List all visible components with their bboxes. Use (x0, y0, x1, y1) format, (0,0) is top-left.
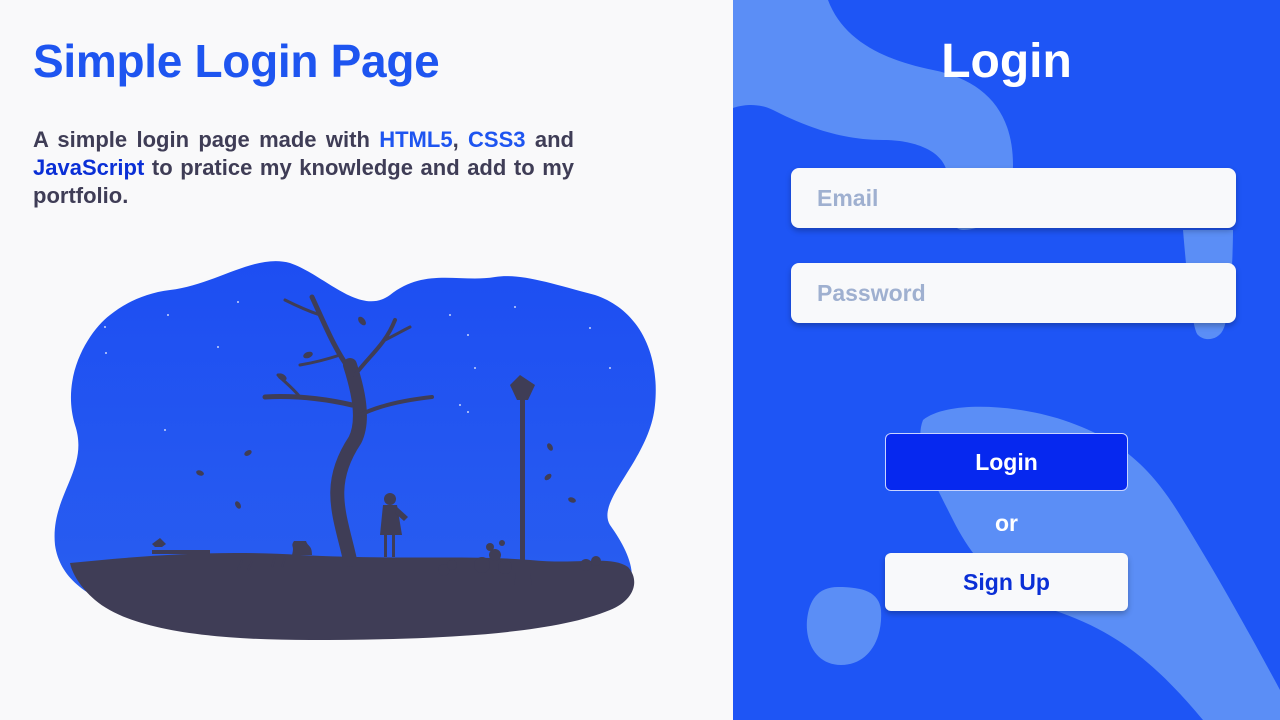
night-park-illustration-icon (54, 261, 656, 640)
description-text: A simple login page made with (33, 127, 380, 152)
background-blobs (733, 0, 1280, 720)
page-title: Simple Login Page (33, 35, 440, 87)
intro-panel: Simple Login Page A simple login page ma… (0, 0, 733, 720)
login-button[interactable]: Login (885, 433, 1128, 491)
tech-css3: CSS3 (468, 127, 526, 152)
description-comma: , (452, 127, 469, 152)
description-and: and (525, 127, 574, 152)
password-input[interactable] (791, 263, 1236, 323)
page-description: A simple login page made with HTML5, CSS… (33, 126, 574, 210)
tech-html5: HTML5 (379, 127, 453, 152)
or-separator: or (995, 510, 1018, 536)
tech-javascript: JavaScript (33, 155, 145, 180)
login-panel: Login Login or Sign Up (733, 0, 1280, 720)
signup-button[interactable]: Sign Up (885, 553, 1128, 611)
login-title: Login (941, 35, 1072, 88)
email-input[interactable] (791, 168, 1236, 228)
